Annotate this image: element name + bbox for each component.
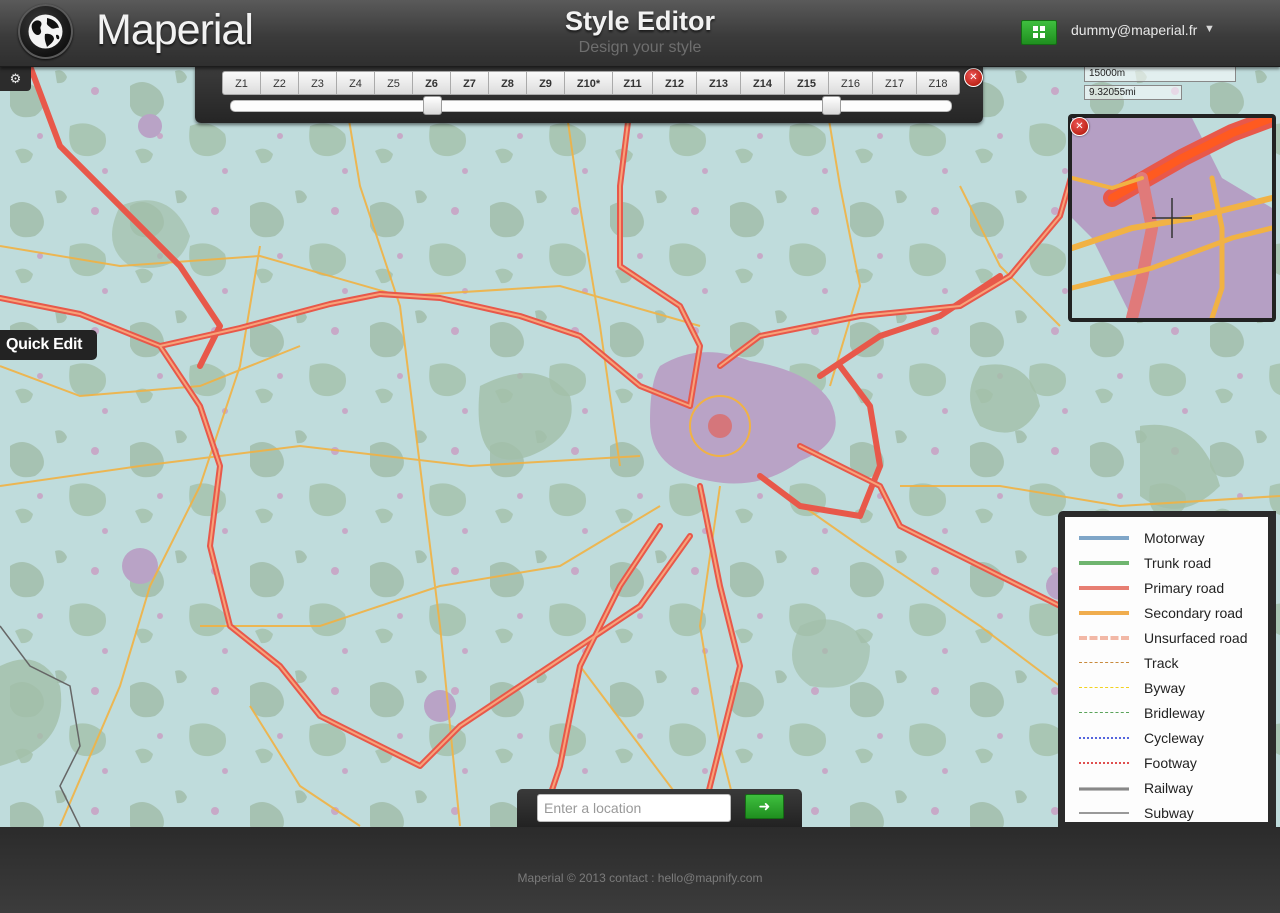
legend-label: Motorway	[1144, 530, 1205, 546]
legend-label: Footway	[1144, 755, 1197, 771]
app-footer: Maperial © 2013 contact : hello@mapnify.…	[0, 827, 1280, 913]
legend-swatch	[1079, 762, 1129, 764]
legend-swatch	[1079, 636, 1129, 640]
footer-text: Maperial © 2013 contact : hello@mapnify.…	[517, 871, 763, 885]
legend-swatch	[1079, 561, 1129, 565]
zoom-range-slider[interactable]	[230, 100, 952, 112]
user-email-menu[interactable]: dummy@maperial.fr	[1071, 22, 1197, 38]
location-search-bar: ➜	[517, 789, 802, 827]
gear-icon[interactable]: ⚙	[0, 67, 31, 91]
legend-label: Bridleway	[1144, 705, 1205, 721]
legend-item[interactable]: Cycleway	[1065, 725, 1268, 750]
scale-metric: 15000m	[1084, 67, 1236, 82]
close-icon[interactable]: ✕	[964, 68, 983, 87]
legend-item[interactable]: Bridleway	[1065, 700, 1268, 725]
scale-imperial: 9.32055mi	[1084, 85, 1182, 100]
legend-swatch	[1079, 687, 1129, 688]
zoom-level-button[interactable]: Z5	[374, 71, 412, 95]
quick-edit-button[interactable]: Quick Edit	[0, 330, 97, 360]
zoom-level-button[interactable]: Z13	[696, 71, 740, 95]
legend-label: Subway	[1144, 805, 1194, 821]
magnifier-map	[1072, 118, 1272, 318]
legend-item[interactable]: Trunk road	[1065, 550, 1268, 575]
zoom-range-end-handle[interactable]	[822, 96, 841, 115]
legend-swatch	[1079, 536, 1129, 540]
zoom-level-button[interactable]: Z6	[412, 71, 450, 95]
map-legend: Motorway Trunk road Primary road Secondary …	[1058, 511, 1276, 828]
search-go-button[interactable]: ➜	[745, 794, 784, 819]
legend-label: Secondary road	[1144, 605, 1243, 621]
legend-swatch	[1079, 586, 1129, 590]
legend-swatch	[1079, 611, 1129, 615]
zoom-level-toolbar: Z1 Z2 Z3 Z4 Z5 Z6 Z7 Z8 Z9 Z10* Z11 Z12 Z13 Z14 Z15 Z16…	[195, 66, 983, 123]
magnifier-view	[1068, 114, 1276, 322]
zoom-level-button[interactable]: Z7	[450, 71, 488, 95]
zoom-level-button[interactable]: Z4	[336, 71, 374, 95]
legend-label: Railway	[1144, 780, 1194, 796]
legend-item[interactable]: Railway	[1065, 775, 1268, 800]
zoom-level-button[interactable]: Z1	[222, 71, 260, 95]
zoom-level-button[interactable]: Z10*	[564, 71, 612, 95]
zoom-level-button[interactable]: Z2	[260, 71, 298, 95]
legend-item[interactable]: Unsurfaced road	[1065, 625, 1268, 650]
legend-item[interactable]: Track	[1065, 650, 1268, 675]
legend-swatch	[1079, 712, 1129, 713]
legend-swatch	[1079, 737, 1129, 739]
arrow-right-icon: ➜	[758, 798, 771, 814]
zoom-level-button[interactable]: Z9	[526, 71, 564, 95]
zoom-level-button[interactable]: Z11	[612, 71, 652, 95]
zoom-buttons: Z1 Z2 Z3 Z4 Z5 Z6 Z7 Z8 Z9 Z10* Z11 Z12 Z13 Z14 Z15 Z16…	[222, 71, 960, 95]
zoom-level-button[interactable]: Z17	[872, 71, 916, 95]
legend-label: Unsurfaced road	[1144, 630, 1248, 646]
apps-grid-button[interactable]	[1021, 20, 1057, 45]
chevron-down-icon[interactable]: ▼	[1204, 23, 1215, 35]
legend-swatch	[1079, 662, 1129, 663]
legend-label: Trunk road	[1144, 555, 1212, 571]
legend-label: Byway	[1144, 680, 1186, 696]
legend-item[interactable]: Primary road	[1065, 575, 1268, 600]
legend-swatch	[1079, 787, 1129, 791]
legend-item[interactable]: Motorway	[1065, 525, 1268, 550]
legend-item[interactable]: Secondary road	[1065, 600, 1268, 625]
zoom-level-button[interactable]: Z12	[652, 71, 696, 95]
legend-label: Track	[1144, 655, 1179, 671]
close-icon[interactable]: ✕	[1070, 117, 1089, 136]
zoom-level-button[interactable]: Z3	[298, 71, 336, 95]
zoom-level-button[interactable]: Z8	[488, 71, 526, 95]
app-header: Maperial Style Editor Design your style …	[0, 0, 1280, 67]
legend-item[interactable]: Subway	[1065, 800, 1268, 825]
legend-label: Primary road	[1144, 580, 1225, 596]
zoom-level-button[interactable]: Z16	[828, 71, 872, 95]
zoom-level-button[interactable]: Z14	[740, 71, 784, 95]
zoom-range-start-handle[interactable]	[423, 96, 442, 115]
zoom-level-button[interactable]: Z18	[916, 71, 960, 95]
legend-item[interactable]: Footway	[1065, 750, 1268, 775]
zoom-level-button[interactable]: Z15	[784, 71, 828, 95]
location-search-input[interactable]	[537, 794, 731, 822]
legend-list: Motorway Trunk road Primary road Secondary …	[1065, 517, 1268, 822]
legend-swatch	[1079, 812, 1129, 814]
page-subtitle: Design your style	[578, 39, 702, 56]
legend-label: Cycleway	[1144, 730, 1204, 746]
legend-item[interactable]: Byway	[1065, 675, 1268, 700]
